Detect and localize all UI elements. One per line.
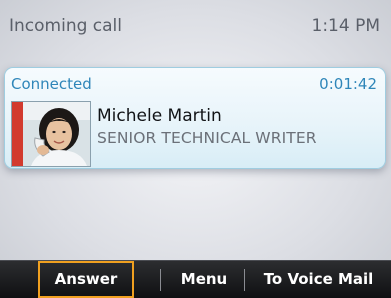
status-time: 1:14 PM xyxy=(311,16,381,36)
status-title: Incoming call xyxy=(9,16,122,36)
answer-button[interactable]: Answer xyxy=(38,261,134,298)
call-state: Connected xyxy=(11,75,92,93)
contact-photo-icon xyxy=(23,102,90,166)
softkey-bar: Answer Menu To Voice Mail xyxy=(0,260,391,298)
presence-indicator xyxy=(12,102,23,166)
status-bar: Incoming call 1:14 PM xyxy=(0,0,391,52)
contact-name: Michele Martin xyxy=(97,106,222,126)
softkey-divider xyxy=(244,269,245,291)
to-voice-mail-button[interactable]: To Voice Mail xyxy=(246,261,391,298)
phone-screen: Incoming call 1:14 PM Connected 0:01:42 xyxy=(0,0,391,298)
call-card[interactable]: Connected 0:01:42 Michele Martin SENIOR … xyxy=(4,67,386,169)
contact-title: SENIOR TECHNICAL WRITER xyxy=(97,129,317,147)
call-timer: 0:01:42 xyxy=(319,75,377,93)
menu-button[interactable]: Menu xyxy=(168,261,240,298)
softkey-divider xyxy=(160,269,161,291)
avatar xyxy=(11,101,91,167)
